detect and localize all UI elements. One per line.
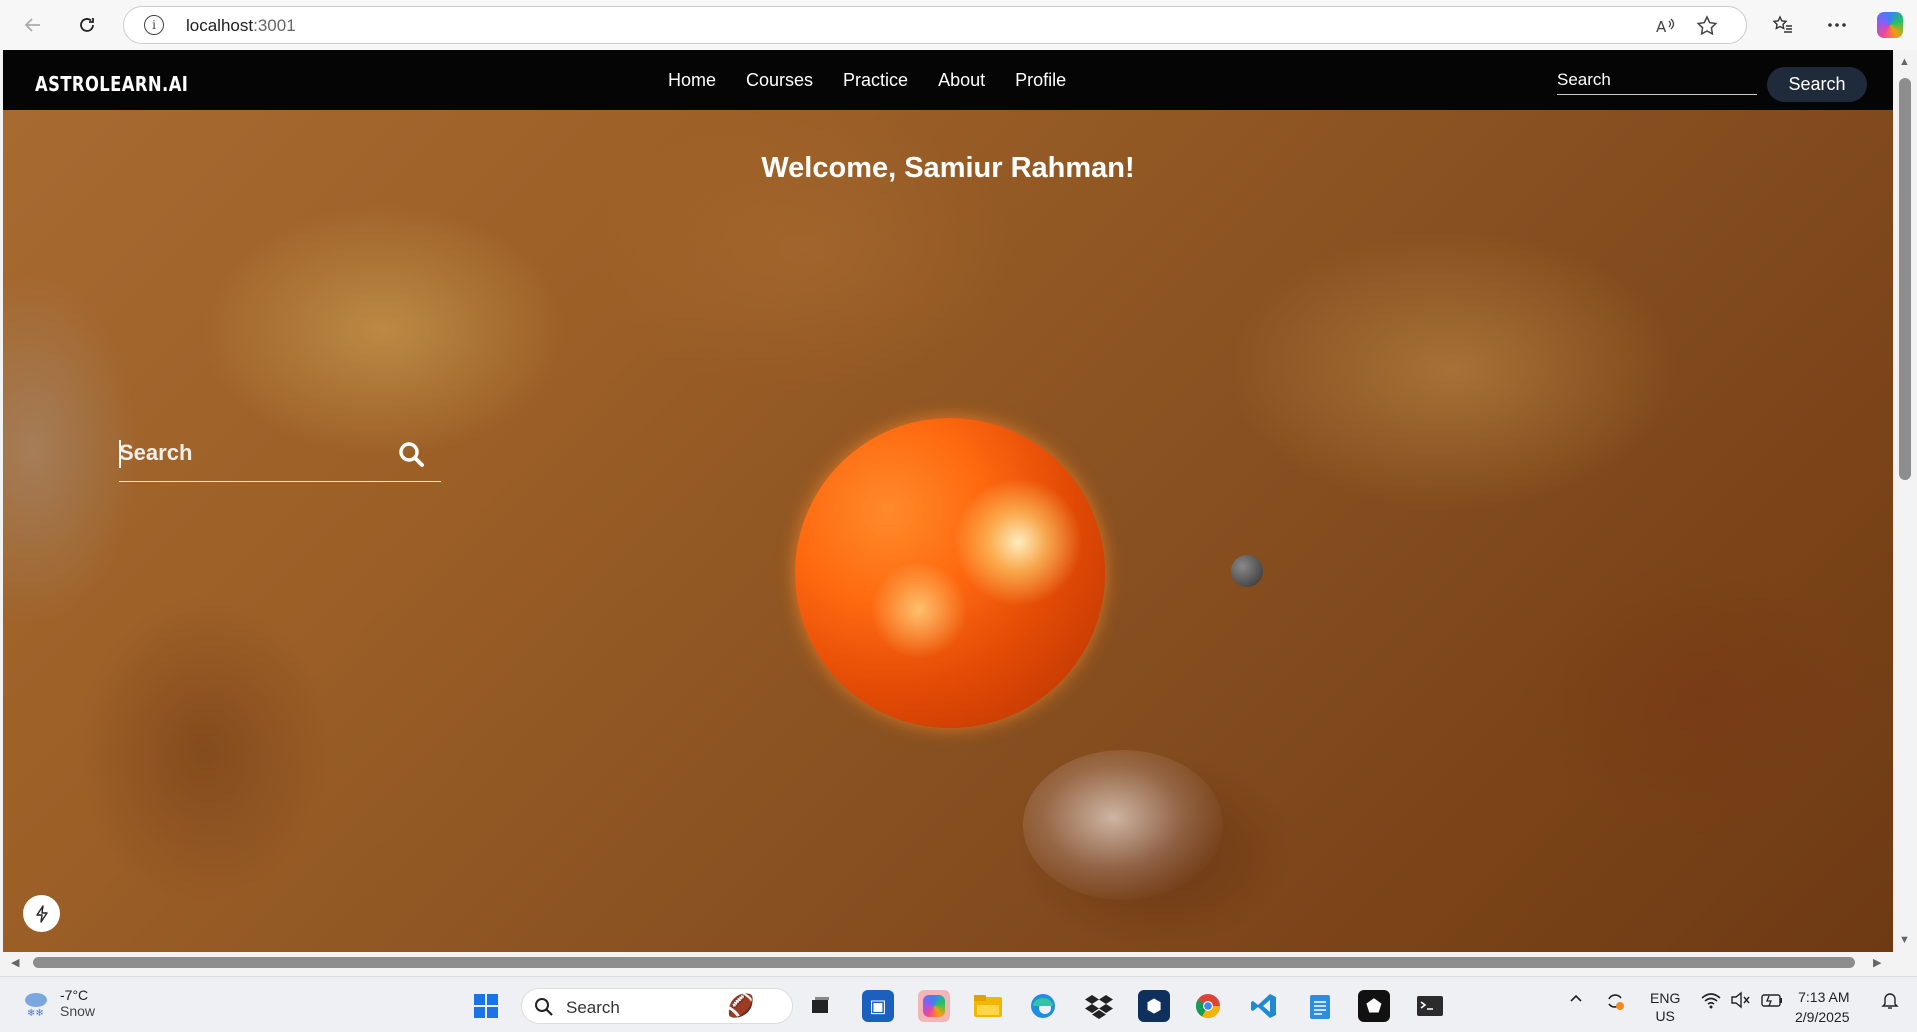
nav-link-courses[interactable]: Courses — [746, 70, 813, 91]
vertical-scroll-thumb[interactable] — [1899, 78, 1911, 480]
battery-icon[interactable] — [1760, 990, 1784, 1013]
microsoft-store-icon[interactable]: ▣ — [862, 990, 894, 1022]
windows-start-icon[interactable] — [470, 990, 502, 1022]
task-view-icon[interactable] — [804, 990, 836, 1022]
weather-temperature: -7°C — [60, 987, 89, 1003]
site-logo[interactable]: ASTROLEARN.AI — [35, 72, 188, 96]
file-explorer-icon[interactable] — [972, 990, 1004, 1022]
hero-search-field[interactable]: Search — [119, 428, 441, 482]
refresh-icon[interactable] — [72, 10, 102, 40]
site-info-icon[interactable]: i — [144, 15, 164, 35]
sun-sphere[interactable] — [795, 418, 1105, 728]
scroll-up-icon[interactable]: ▲ — [1899, 56, 1910, 68]
hero-search-input[interactable]: Search — [119, 440, 192, 466]
read-aloud-icon[interactable]: A — [1654, 15, 1676, 42]
dark-app-icon[interactable]: ⬟ — [1358, 990, 1390, 1022]
back-icon[interactable] — [18, 10, 48, 40]
cloud-planet — [1023, 750, 1223, 900]
chrome-icon[interactable] — [1192, 990, 1224, 1022]
nav-search-input[interactable]: Search — [1557, 68, 1757, 95]
system-clock[interactable]: 7:13 AM 2/9/2025 — [1795, 987, 1850, 1027]
nav-link-profile[interactable]: Profile — [1015, 70, 1066, 91]
nav-search-button[interactable]: Search — [1767, 67, 1867, 102]
clock-time: 7:13 AM — [1798, 989, 1850, 1005]
app-navbar: ASTROLEARN.AI Home Courses Practice Abou… — [3, 50, 1893, 110]
taskbar-search-icon — [535, 998, 553, 1016]
horizontal-scroll-thumb[interactable] — [33, 957, 1855, 968]
clock-date: 2/9/2025 — [1795, 1009, 1850, 1025]
notepad-icon[interactable] — [1304, 990, 1336, 1022]
horizontal-scrollbar[interactable]: ◀ ▶ — [3, 952, 1893, 974]
nav-link-about[interactable]: About — [938, 70, 985, 91]
more-menu-icon[interactable] — [1822, 10, 1852, 40]
vertical-scrollbar[interactable]: ▲ ▼ — [1893, 50, 1917, 952]
search-icon[interactable] — [397, 440, 427, 470]
scroll-right-icon[interactable]: ▶ — [1873, 956, 1881, 969]
language-code: ENG — [1650, 990, 1681, 1006]
dropbox-icon[interactable] — [1083, 990, 1115, 1022]
weather-widget[interactable]: ❄❄ -7°C Snow — [20, 987, 95, 1019]
favorites-list-icon[interactable] — [1768, 10, 1798, 40]
notifications-icon[interactable] — [1880, 990, 1900, 1013]
page-viewport: ASTROLEARN.AI Home Courses Practice Abou… — [3, 50, 1893, 952]
vscode-icon[interactable] — [1248, 990, 1280, 1022]
nav-links: Home Courses Practice About Profile — [668, 70, 1066, 91]
moon-sphere[interactable] — [1231, 555, 1263, 587]
welcome-heading: Welcome, Samiur Rahman! — [761, 152, 1135, 184]
taskbar: ❄❄ -7°C Snow Search 🏈 ▣ ⬢ ⬟ ENG US 7:13 … — [0, 976, 1917, 1032]
language-region: US — [1655, 1008, 1675, 1024]
svg-text:A: A — [1656, 18, 1667, 36]
favorite-star-icon[interactable] — [1696, 15, 1718, 42]
weather-condition: Snow — [60, 1003, 96, 1019]
taskbar-search-label: Search — [566, 998, 620, 1017]
wifi-icon[interactable] — [1700, 990, 1722, 1013]
copilot-app-icon[interactable] — [918, 990, 950, 1022]
lightning-icon[interactable] — [23, 895, 60, 932]
url-text: localhost:3001 — [186, 16, 296, 35]
browser-toolbar: i localhost:3001 A — [0, 0, 1917, 50]
code-editor-icon[interactable]: ⬢ — [1138, 990, 1170, 1022]
terminal-icon[interactable] — [1414, 990, 1446, 1022]
language-indicator[interactable]: ENG US — [1650, 989, 1680, 1025]
svg-text:❄❄: ❄❄ — [27, 1008, 44, 1019]
text-caret — [119, 440, 121, 468]
scroll-left-icon[interactable]: ◀ — [11, 956, 19, 969]
search-highlight-icon: 🏈 — [727, 993, 755, 1018]
scroll-down-icon[interactable]: ▼ — [1899, 934, 1910, 946]
volume-muted-icon[interactable] — [1730, 990, 1752, 1013]
copilot-icon[interactable] — [1877, 12, 1903, 38]
address-bar[interactable]: i localhost:3001 A — [123, 6, 1747, 44]
taskbar-search[interactable]: Search 🏈 — [521, 988, 793, 1024]
sync-icon[interactable] — [1604, 990, 1626, 1015]
nav-link-home[interactable]: Home — [668, 70, 716, 91]
tray-overflow-icon[interactable] — [1568, 990, 1584, 1009]
snow-cloud-icon: ❄❄ — [25, 993, 47, 1019]
nav-link-practice[interactable]: Practice — [843, 70, 908, 91]
edge-browser-icon[interactable] — [1027, 990, 1059, 1022]
